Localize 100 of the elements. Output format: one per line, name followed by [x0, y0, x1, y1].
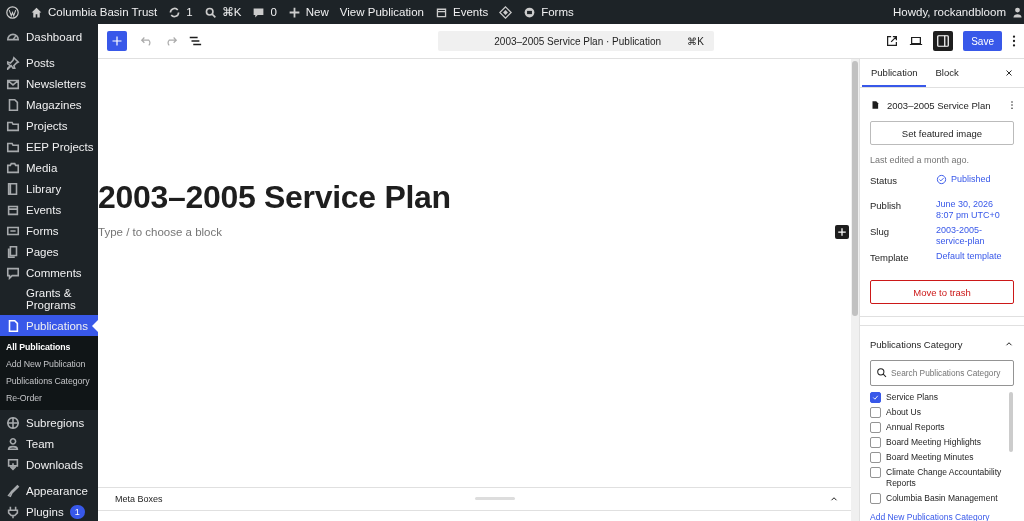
status-link[interactable]: Published [936, 174, 1004, 185]
field-value-link[interactable]: June 30, 2026 8:07 pm UTC+0 [936, 199, 1004, 221]
document-icon [6, 318, 20, 333]
account-link[interactable]: Howdy, rockandbloom [893, 5, 1024, 19]
close-icon[interactable] [1004, 68, 1014, 78]
check-circle-icon [936, 174, 947, 185]
menu-item[interactable]: EEP Projects [0, 136, 98, 157]
menu-item[interactable]: Plugins 1 [0, 501, 98, 521]
submenu-item[interactable]: Add New Publication [0, 356, 98, 373]
refresh-icon [168, 5, 182, 19]
last-edited-text: Last edited a month ago. [870, 155, 971, 165]
field-value-link[interactable]: 2003-2005-service-plan [936, 225, 1004, 247]
menu-item[interactable]: Pages [0, 241, 98, 262]
menu-item[interactable]: Projects [0, 115, 98, 136]
pages-icon [6, 244, 20, 259]
checkbox-label[interactable]: Climate Change Accountability Reports [886, 467, 1009, 489]
meta-boxes-bar[interactable]: Meta Boxes [98, 487, 851, 511]
checkbox-label[interactable]: Columbia Basin Management [886, 493, 998, 504]
document-icon [6, 97, 20, 112]
checkbox[interactable] [870, 437, 881, 448]
laptop-icon[interactable] [909, 34, 924, 48]
menu-item[interactable]: Library [0, 178, 98, 199]
checkbox-label[interactable]: Board Meeting Minutes [886, 452, 974, 463]
submenu-item[interactable]: Publications Category [0, 373, 98, 390]
home-icon [30, 5, 43, 19]
menu-item[interactable]: Magazines [0, 94, 98, 115]
submenu-item[interactable]: Re-Order [0, 390, 98, 407]
site-name-link[interactable]: Columbia Basin Trust [30, 5, 158, 19]
panel-tab[interactable]: Block [926, 59, 968, 87]
person-icon [6, 436, 20, 451]
search-link[interactable]: ⌘K [203, 5, 242, 19]
pin-icon [6, 55, 20, 70]
search-icon [876, 367, 887, 378]
more-options-icon[interactable] [1012, 34, 1016, 48]
updates-link[interactable]: 1 [168, 5, 193, 19]
block-placeholder[interactable]: Type / to choose a block [98, 226, 223, 238]
menu-item[interactable]: Dashboard [0, 26, 98, 47]
menu-item[interactable]: Comments [0, 262, 98, 283]
external-link-icon[interactable] [885, 34, 900, 48]
checkbox-label[interactable]: Service Plans [886, 392, 938, 403]
comments-link[interactable]: 0 [252, 5, 277, 19]
checkbox-label[interactable]: Board Meeting Highlights [886, 437, 981, 448]
plus-icon [837, 227, 847, 237]
checkbox[interactable] [870, 493, 881, 504]
document-icon [870, 99, 880, 111]
submenu-item[interactable]: All Publications [0, 339, 98, 356]
list-view-icon[interactable] [188, 34, 202, 48]
shortcut-label: ⌘K [687, 35, 704, 47]
checkbox[interactable] [870, 422, 881, 433]
view-publication-link[interactable]: View Publication [339, 6, 424, 18]
field-label: Slug [870, 225, 890, 237]
move-to-trash-button[interactable]: Move to trash [870, 280, 1014, 304]
wordpress-logo-icon[interactable] [6, 5, 19, 19]
menu-item[interactable]: Newsletters [0, 73, 98, 94]
document-title: 2003–2005 Service Plan · Publication [493, 35, 663, 47]
add-category-link[interactable]: Add New Publications Category [870, 512, 1014, 521]
book-icon [6, 181, 20, 196]
post-title[interactable]: 2003–2005 Service Plan [98, 179, 851, 215]
checkbox[interactable] [870, 467, 881, 478]
menu-item[interactable]: Events [0, 199, 98, 220]
panel-heading[interactable]: Publications Category [870, 338, 963, 350]
save-button[interactable]: Save [963, 31, 1002, 51]
menu-item[interactable]: Appearance [0, 480, 98, 501]
plus-icon [287, 5, 301, 19]
globe-icon [6, 415, 20, 430]
menu-item[interactable]: Subregions [0, 412, 98, 433]
menu-item[interactable]: Team [0, 433, 98, 454]
menu-item[interactable]: Downloads [0, 454, 98, 475]
field-value-link[interactable]: Default template [936, 251, 1004, 262]
person-icon [1011, 5, 1024, 19]
search-field[interactable]: Search Publications Category [870, 360, 1014, 386]
meta-boxes-label: Meta Boxes [115, 494, 163, 504]
sidebar-toggle[interactable] [933, 31, 954, 51]
plus-icon [111, 35, 123, 47]
menu-item[interactable]: Publications [0, 315, 98, 336]
speech-bubble-icon [6, 265, 20, 280]
menu-item[interactable]: Grants & Programs [0, 283, 98, 315]
menu-item[interactable]: Posts [0, 52, 98, 73]
checkbox-label[interactable]: Annual Reports [886, 422, 945, 433]
sidebar-icon [936, 34, 951, 48]
events-link[interactable]: Events [435, 5, 489, 19]
checkbox[interactable] [870, 407, 881, 418]
download-icon [6, 457, 20, 472]
checkbox-label[interactable]: About Us [886, 407, 921, 418]
add-block-button[interactable] [835, 225, 849, 239]
featured-image-button[interactable]: Set featured image [870, 121, 1014, 145]
command-bar[interactable]: 2003–2005 Service Plan · Publication ⌘K [438, 31, 714, 51]
post-title: 2003–2005 Service Plan [887, 99, 992, 111]
new-link[interactable]: New [287, 5, 329, 19]
field-label: Template [870, 251, 910, 263]
checkbox[interactable] [870, 392, 881, 403]
menu-item[interactable]: Forms [0, 220, 98, 241]
diamond-icon[interactable] [499, 5, 513, 19]
form-icon [523, 5, 537, 19]
panel-tab[interactable]: Publication [862, 59, 927, 87]
forms-link[interactable]: Forms [523, 5, 574, 19]
count-badge: 1 [69, 504, 85, 519]
menu-item[interactable]: Media [0, 157, 98, 178]
checkbox[interactable] [870, 452, 881, 463]
field-label: Publish [870, 199, 903, 211]
